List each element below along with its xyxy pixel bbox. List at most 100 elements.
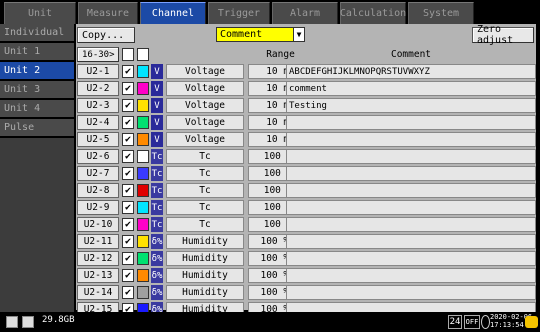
channel-comment-field[interactable]	[286, 234, 536, 249]
channel-mode-field[interactable]: Humidity	[166, 285, 244, 300]
table-row[interactable]: U2-6 ✔ Tc Tc 100 ℃	[76, 148, 536, 165]
select-all-checkbox[interactable]	[122, 48, 134, 61]
channel-mode-field[interactable]: Voltage	[166, 98, 244, 113]
channel-comment-field[interactable]	[286, 183, 536, 198]
table-row[interactable]: U2-3 ✔ V Voltage 10 mV Testing	[76, 97, 536, 114]
channel-color-swatch[interactable]	[137, 286, 149, 299]
tab-unit[interactable]: Unit	[4, 2, 76, 24]
channel-mode-field[interactable]: Voltage	[166, 115, 244, 130]
tab-calculation[interactable]: Calculation	[340, 2, 406, 24]
channel-enable-checkbox[interactable]: ✔	[122, 65, 134, 78]
sidebar-item-unit-2[interactable]: Unit 2	[0, 62, 74, 81]
channel-color-swatch[interactable]	[137, 133, 149, 146]
channel-comment-field[interactable]	[286, 285, 536, 300]
channel-comment-field[interactable]	[286, 149, 536, 164]
channel-label[interactable]: U2-3	[77, 98, 119, 113]
channel-comment-field[interactable]	[286, 268, 536, 283]
table-row[interactable]: U2-5 ✔ V Voltage 10 mV	[76, 131, 536, 148]
zero-adjust-button[interactable]: Zero adjust	[472, 24, 534, 46]
view-select[interactable]: Comment ▼	[216, 27, 305, 42]
table-row[interactable]: U2-8 ✔ Tc Tc 100 ℃	[76, 182, 536, 199]
tab-system[interactable]: System	[408, 2, 474, 24]
channel-comment-field[interactable]	[286, 115, 536, 130]
channel-enable-checkbox[interactable]: ✔	[122, 201, 134, 214]
sidebar-item-individual[interactable]: Individual	[0, 24, 74, 43]
table-row[interactable]: U2-7 ✔ Tc Tc 100 ℃	[76, 165, 536, 182]
channel-color-swatch[interactable]	[137, 82, 149, 95]
table-row[interactable]: U2-14 ✔ δ% Humidity 100 %rh	[76, 284, 536, 301]
table-row[interactable]: U2-13 ✔ δ% Humidity 100 %rh	[76, 267, 536, 284]
table-row[interactable]: U2-2 ✔ V Voltage 10 mV comment	[76, 80, 536, 97]
table-row[interactable]: U2-4 ✔ V Voltage 10 mV	[76, 114, 536, 131]
channel-enable-checkbox[interactable]: ✔	[122, 133, 134, 146]
table-row[interactable]: U2-12 ✔ δ% Humidity 100 %rh	[76, 250, 536, 267]
tab-alarm[interactable]: Alarm	[272, 2, 338, 24]
channel-color-swatch[interactable]	[137, 184, 149, 197]
channel-label[interactable]: U2-10	[77, 217, 119, 232]
channel-label[interactable]: U2-8	[77, 183, 119, 198]
channel-enable-checkbox[interactable]: ✔	[122, 218, 134, 231]
channel-mode-field[interactable]: Tc	[166, 200, 244, 215]
channel-enable-checkbox[interactable]: ✔	[122, 150, 134, 163]
channel-color-swatch[interactable]	[137, 99, 149, 112]
channel-enable-checkbox[interactable]: ✔	[122, 82, 134, 95]
channel-comment-field[interactable]: ABCDEFGHIJKLMNOPQRSTUVWXYZ	[286, 64, 536, 79]
chevron-down-icon[interactable]: ▼	[293, 27, 305, 42]
channel-enable-checkbox[interactable]: ✔	[122, 99, 134, 112]
channel-comment-field[interactable]	[286, 166, 536, 181]
channel-mode-field[interactable]: Tc	[166, 166, 244, 181]
channel-comment-field[interactable]	[286, 217, 536, 232]
table-row[interactable]: U2-10 ✔ Tc Tc 100 ℃	[76, 216, 536, 233]
sidebar-item-unit-3[interactable]: Unit 3	[0, 81, 74, 100]
channel-mode-field[interactable]: Tc	[166, 217, 244, 232]
copy-button[interactable]: Copy...	[77, 27, 135, 43]
channel-mode-field[interactable]: Voltage	[166, 64, 244, 79]
tab-trigger[interactable]: Trigger	[208, 2, 270, 24]
channel-color-swatch[interactable]	[137, 116, 149, 129]
sidebar-item-unit-1[interactable]: Unit 1	[0, 43, 74, 62]
channel-enable-checkbox[interactable]: ✔	[122, 269, 134, 282]
channel-comment-field[interactable]: Testing	[286, 98, 536, 113]
channel-mode-field[interactable]: Voltage	[166, 81, 244, 96]
channel-label[interactable]: U2-12	[77, 251, 119, 266]
channel-mode-field[interactable]: Tc	[166, 149, 244, 164]
channel-enable-checkbox[interactable]: ✔	[122, 167, 134, 180]
page-switch-button[interactable]: 16-30>	[77, 47, 119, 62]
channel-color-swatch[interactable]	[137, 167, 149, 180]
channel-comment-field[interactable]	[286, 200, 536, 215]
channel-color-swatch[interactable]	[137, 252, 149, 265]
sidebar-item-pulse[interactable]: Pulse	[0, 119, 74, 138]
channel-enable-checkbox[interactable]: ✔	[122, 235, 134, 248]
tab-channel[interactable]: Channel	[140, 2, 206, 24]
channel-enable-checkbox[interactable]: ✔	[122, 116, 134, 129]
channel-mode-field[interactable]: Tc	[166, 183, 244, 198]
channel-label[interactable]: U2-9	[77, 200, 119, 215]
channel-label[interactable]: U2-5	[77, 132, 119, 147]
channel-comment-field[interactable]	[286, 251, 536, 266]
channel-label[interactable]: U2-6	[77, 149, 119, 164]
channel-color-swatch[interactable]	[137, 201, 149, 214]
channel-label[interactable]: U2-2	[77, 81, 119, 96]
channel-mode-field[interactable]: Voltage	[166, 132, 244, 147]
channel-label[interactable]: U2-11	[77, 234, 119, 249]
channel-label[interactable]: U2-7	[77, 166, 119, 181]
channel-comment-field[interactable]: comment	[286, 81, 536, 96]
table-row[interactable]: U2-9 ✔ Tc Tc 100 ℃	[76, 199, 536, 216]
channel-color-swatch[interactable]	[137, 150, 149, 163]
channel-mode-field[interactable]: Humidity	[166, 234, 244, 249]
tab-measure[interactable]: Measure	[78, 2, 138, 24]
channel-color-swatch[interactable]	[137, 235, 149, 248]
channel-mode-field[interactable]: Humidity	[166, 251, 244, 266]
table-row[interactable]: U2-11 ✔ δ% Humidity 100 %rh	[76, 233, 536, 250]
channel-color-swatch[interactable]	[137, 269, 149, 282]
channel-color-swatch[interactable]	[137, 218, 149, 231]
channel-enable-checkbox[interactable]: ✔	[122, 286, 134, 299]
channel-comment-field[interactable]	[286, 132, 536, 147]
channel-color-swatch[interactable]	[137, 65, 149, 78]
channel-enable-checkbox[interactable]: ✔	[122, 252, 134, 265]
channel-label[interactable]: U2-4	[77, 115, 119, 130]
table-row[interactable]: U2-1 ✔ V Voltage 10 mV ABCDEFGHIJKLMNOPQRSTUV…	[76, 63, 536, 80]
sidebar-item-unit-4[interactable]: Unit 4	[0, 100, 74, 119]
channel-enable-checkbox[interactable]: ✔	[122, 184, 134, 197]
channel-label[interactable]: U2-13	[77, 268, 119, 283]
